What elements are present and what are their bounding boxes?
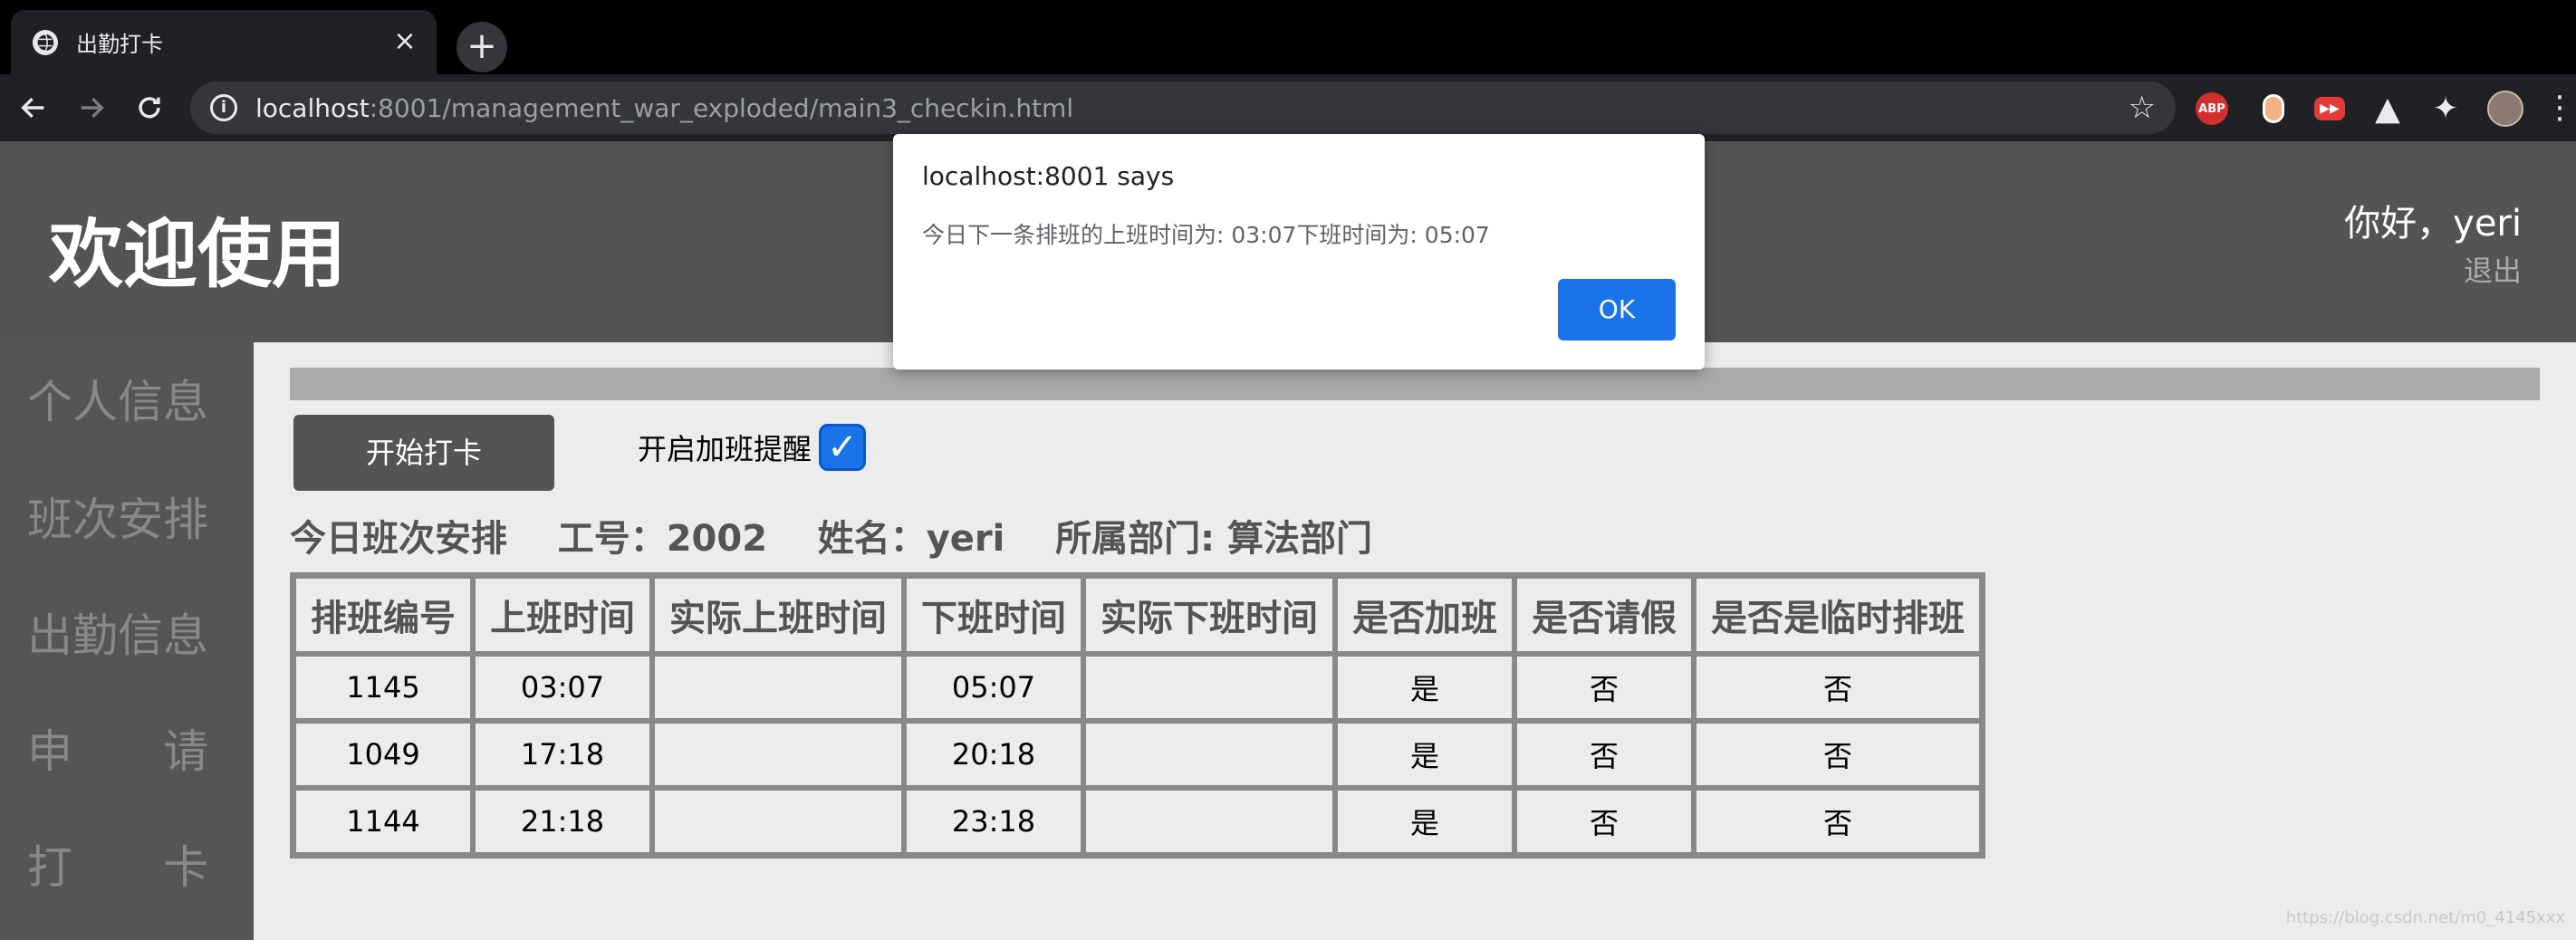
bookmark-star-icon[interactable]: ☆ — [2129, 91, 2156, 125]
ok-button[interactable]: OK — [1558, 279, 1676, 341]
table-cell: 1145 — [293, 654, 473, 721]
sidebar-item-checkin[interactable]: 打 卡 — [27, 831, 208, 897]
adblock-extension-icon[interactable]: ABP — [2196, 92, 2228, 125]
table-cell: 是 — [1335, 721, 1514, 788]
sidebar-item-attendance[interactable]: 出勤信息 — [27, 599, 208, 665]
sidebar-item-label: 申 — [27, 725, 72, 778]
logout-link[interactable]: 退出 — [2464, 248, 2522, 290]
column-header: 是否是临时排班 — [1694, 576, 1982, 654]
table-cell: 23:18 — [904, 788, 1083, 855]
table-header-row: 排班编号 上班时间 实际上班时间 下班时间 实际下班时间 是否加班 是否请假 是… — [293, 576, 1982, 654]
table-cell: 1049 — [293, 721, 473, 788]
video-extension-icon[interactable]: ▶▶ — [2312, 91, 2348, 127]
back-arrow-icon[interactable] — [13, 87, 54, 129]
table-cell — [1083, 788, 1335, 855]
table-cell — [652, 721, 904, 788]
sidebar-item-label: 打 — [27, 841, 72, 894]
overtime-reminder-label: 开启加班提醒 — [638, 432, 812, 466]
table-cell: 否 — [1694, 788, 1982, 855]
table-cell: 20:18 — [904, 721, 1083, 788]
table-cell: 否 — [1514, 788, 1694, 855]
dialog-title: localhost:8001 says — [922, 161, 1175, 191]
reload-icon[interactable] — [129, 87, 170, 129]
column-header: 是否加班 — [1335, 576, 1514, 654]
schedule-table: 排班编号 上班时间 实际上班时间 下班时间 实际下班时间 是否加班 是否请假 是… — [290, 572, 1985, 858]
column-header: 上班时间 — [473, 576, 652, 654]
table-cell: 05:07 — [904, 654, 1083, 721]
sidebar: 个人信息 班次安排 出勤信息 申 请 打 卡 — [0, 342, 254, 940]
extension-icon[interactable] — [2255, 91, 2292, 127]
address-bar[interactable]: i localhost:8001/management_war_exploded… — [190, 82, 2176, 134]
table-cell: 否 — [1514, 721, 1694, 788]
browser-tab[interactable]: 出勤打卡 × — [11, 10, 437, 74]
main-content: 开始打卡 开启加班提醒 ✓ 今日班次安排 工号：2002 姓名：yeri 所属部… — [254, 342, 2576, 940]
new-tab-button[interactable]: + — [457, 22, 507, 72]
table-cell — [652, 788, 904, 855]
alert-dialog: localhost:8001 says 今日下一条排班的上班时间为: 03:07… — [893, 134, 1705, 369]
watermark: https://blog.csdn.net/m0_4145xxx — [2285, 908, 2565, 927]
sidebar-item-apply[interactable]: 申 请 — [27, 715, 208, 781]
table-cell: 1144 — [293, 788, 473, 855]
profile-avatar[interactable] — [2487, 91, 2523, 127]
table-cell: 21:18 — [473, 788, 652, 855]
sidebar-item-label: 请 — [163, 725, 208, 778]
table-cell: 否 — [1514, 654, 1694, 721]
table-row: 1049 17:18 20:18 是 否 否 — [293, 721, 1982, 788]
dialog-message: 今日下一条排班的上班时间为: 03:07下班时间为: 05:07 — [922, 222, 1490, 248]
page-title: 欢迎使用 — [49, 212, 347, 298]
column-header: 下班时间 — [904, 576, 1083, 654]
table-row: 1144 21:18 23:18 是 否 否 — [293, 788, 1982, 855]
table-cell — [652, 654, 904, 721]
user-greeting: 你好，yeri — [2344, 203, 2522, 245]
table-cell — [1083, 654, 1335, 721]
table-cell: 否 — [1694, 654, 1982, 721]
drive-extension-icon[interactable]: ▲ — [2369, 91, 2406, 128]
table-cell — [1083, 721, 1335, 788]
column-header: 实际下班时间 — [1083, 576, 1335, 654]
extensions-puzzle-icon[interactable]: ✦ — [2427, 91, 2464, 127]
url-text: localhost:8001/management_war_exploded/m… — [255, 92, 1074, 123]
table-cell: 03:07 — [473, 654, 652, 721]
start-checkin-button[interactable]: 开始打卡 — [293, 415, 554, 491]
close-tab-icon[interactable]: × — [391, 28, 418, 55]
progress-bar — [290, 368, 2540, 400]
site-info-icon[interactable]: i — [210, 94, 237, 121]
table-cell: 否 — [1694, 721, 1982, 788]
overtime-reminder-toggle: 开启加班提醒 ✓ — [638, 424, 867, 471]
column-header: 是否请假 — [1514, 576, 1694, 654]
tab-title: 出勤打卡 — [76, 32, 163, 57]
table-cell: 是 — [1335, 788, 1514, 855]
forward-arrow-icon[interactable] — [71, 87, 112, 129]
sidebar-item-label: 卡 — [163, 841, 208, 894]
table-row: 1145 03:07 05:07 是 否 否 — [293, 654, 1982, 721]
table-cell: 是 — [1335, 654, 1514, 721]
schedule-info-line: 今日班次安排 工号：2002 姓名：yeri 所属部门: 算法部门 — [290, 518, 1372, 560]
browser-tabstrip: 出勤打卡 × + — [0, 0, 2576, 74]
overtime-reminder-checkbox[interactable]: ✓ — [819, 424, 867, 471]
sidebar-item-shift-schedule[interactable]: 班次安排 — [27, 484, 208, 549]
column-header: 排班编号 — [293, 576, 473, 654]
sidebar-item-personal-info[interactable]: 个人信息 — [27, 366, 208, 431]
column-header: 实际上班时间 — [652, 576, 904, 654]
browser-menu-icon[interactable]: · · · — [2551, 82, 2569, 135]
globe-icon — [33, 29, 58, 55]
browser-toolbar: i localhost:8001/management_war_exploded… — [0, 74, 2576, 141]
table-cell: 17:18 — [473, 721, 652, 788]
